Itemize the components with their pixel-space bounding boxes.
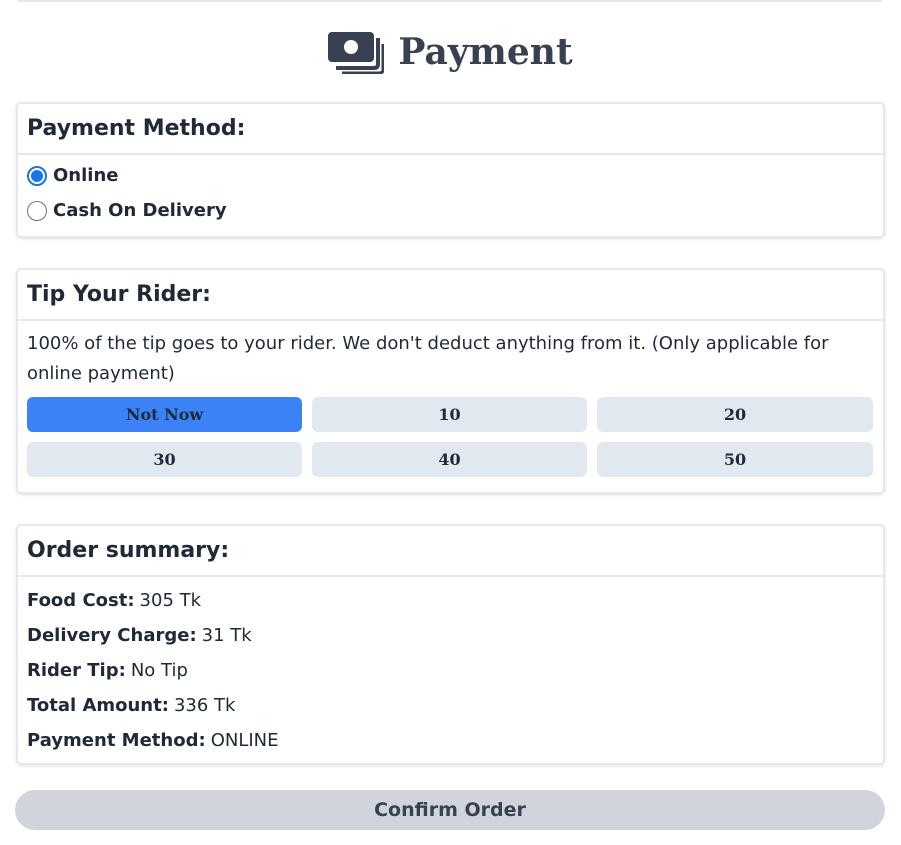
order-summary-title: Order summary: bbox=[27, 538, 230, 563]
radio-button-cash-on-delivery[interactable] bbox=[27, 200, 47, 221]
radio-label-cash-on-delivery[interactable]: Cash On Delivery bbox=[53, 200, 227, 221]
order-summary-header: Order summary: bbox=[18, 526, 883, 577]
radio-option-cash-on-delivery[interactable]: Cash On Delivery bbox=[18, 193, 883, 228]
tip-button-20[interactable]: 20 bbox=[597, 397, 873, 432]
summary-row-rider-tip: Rider Tip: No Tip bbox=[18, 653, 883, 688]
payment-method-title: Payment Method: bbox=[27, 116, 246, 141]
summary-label: Payment Method: bbox=[27, 730, 206, 751]
top-divider bbox=[18, 0, 882, 2]
confirm-order-button[interactable]: Confirm Order bbox=[15, 790, 885, 830]
radio-option-online[interactable]: Online bbox=[18, 158, 883, 193]
summary-row-delivery-charge: Delivery Charge: 31 Tk bbox=[18, 618, 883, 653]
order-summary-card: Order summary: Food Cost: 305 Tk Deliver… bbox=[16, 524, 885, 765]
summary-value: No Tip bbox=[130, 660, 188, 681]
tip-rider-header: Tip Your Rider: bbox=[18, 270, 883, 321]
summary-value: ONLINE bbox=[210, 730, 279, 751]
summary-label: Rider Tip: bbox=[27, 660, 126, 681]
payment-method-card: Payment Method: Online Cash On Delivery bbox=[16, 102, 885, 238]
summary-label: Food Cost: bbox=[27, 590, 135, 611]
summary-value: 336 Tk bbox=[173, 695, 236, 716]
summary-row-payment-method: Payment Method: ONLINE bbox=[18, 723, 883, 758]
summary-label: Total Amount: bbox=[27, 695, 169, 716]
payment-method-options: Online Cash On Delivery bbox=[18, 155, 883, 228]
radio-label-online[interactable]: Online bbox=[53, 165, 118, 186]
summary-row-total-amount: Total Amount: 336 Tk bbox=[18, 688, 883, 723]
page-header: Payment bbox=[0, 28, 901, 76]
summary-label: Delivery Charge: bbox=[27, 625, 197, 646]
summary-value: 31 Tk bbox=[201, 625, 252, 646]
tip-button-50[interactable]: 50 bbox=[597, 442, 873, 477]
tip-button-30[interactable]: 30 bbox=[27, 442, 302, 477]
money-bill-icon bbox=[328, 32, 385, 74]
tip-rider-card: Tip Your Rider: 100% of the tip goes to … bbox=[16, 268, 885, 494]
page-title: Payment bbox=[398, 31, 573, 73]
tip-button-40[interactable]: 40 bbox=[312, 442, 587, 477]
tip-rider-title: Tip Your Rider: bbox=[27, 282, 211, 307]
order-summary-list: Food Cost: 305 Tk Delivery Charge: 31 Tk… bbox=[18, 577, 883, 758]
payment-method-header: Payment Method: bbox=[18, 104, 883, 155]
radio-button-online[interactable] bbox=[27, 165, 47, 186]
summary-value: 305 Tk bbox=[139, 590, 202, 611]
tip-button-not-now[interactable]: Not Now bbox=[27, 397, 302, 432]
tip-button-10[interactable]: 10 bbox=[312, 397, 587, 432]
tip-options: Not Now 10 20 30 40 50 bbox=[27, 397, 874, 477]
summary-row-food-cost: Food Cost: 305 Tk bbox=[18, 583, 883, 618]
tip-description: 100% of the tip goes to your rider. We d… bbox=[27, 333, 829, 384]
